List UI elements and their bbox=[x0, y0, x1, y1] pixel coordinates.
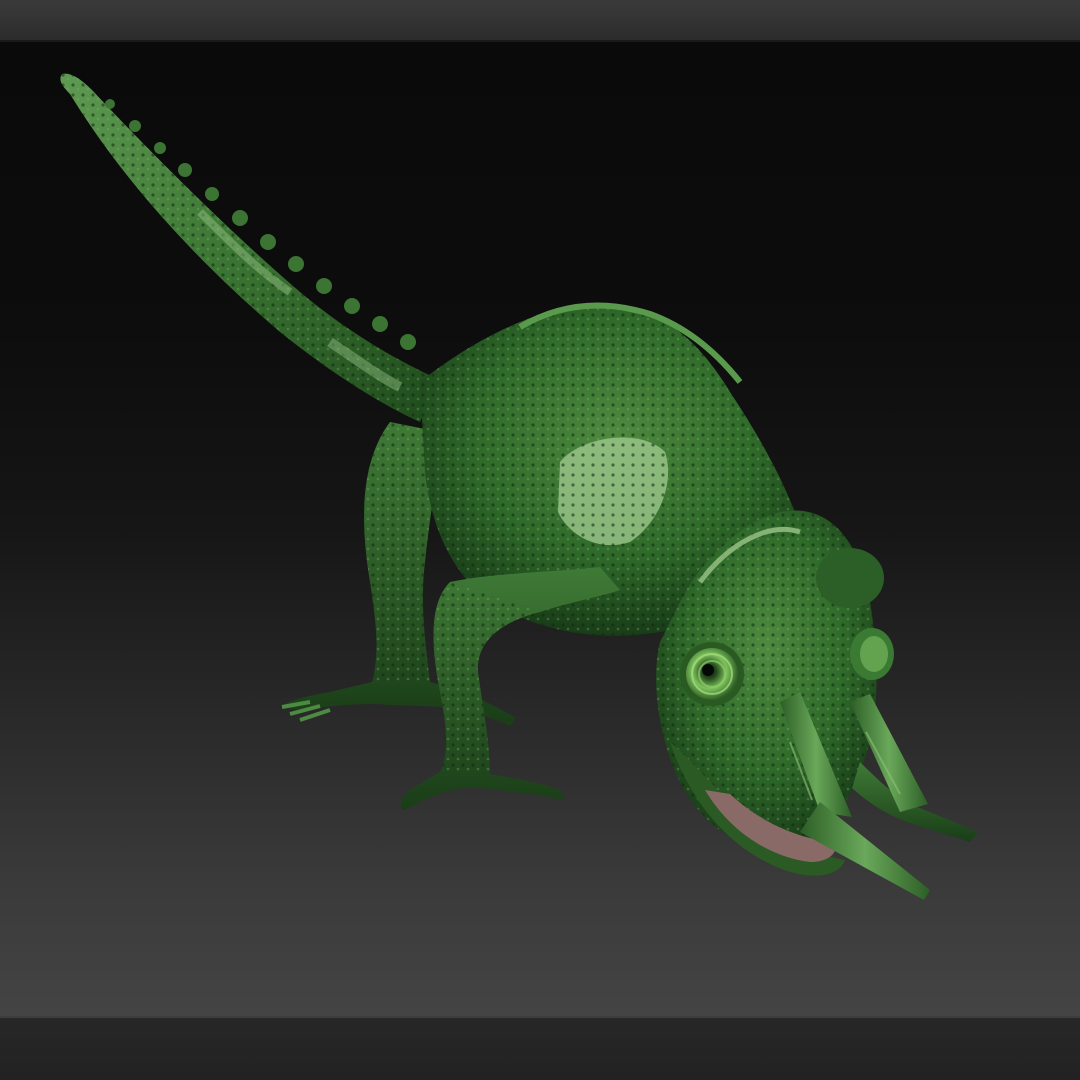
3d-viewport[interactable] bbox=[0, 42, 1080, 1016]
tail bbox=[60, 73, 440, 422]
zbrush-window bbox=[0, 0, 1080, 1080]
eye bbox=[680, 642, 744, 706]
chameleon-model[interactable] bbox=[0, 42, 1080, 1016]
top-toolbar bbox=[0, 0, 1080, 42]
head bbox=[656, 510, 978, 900]
bottom-toolbar bbox=[0, 1016, 1080, 1080]
